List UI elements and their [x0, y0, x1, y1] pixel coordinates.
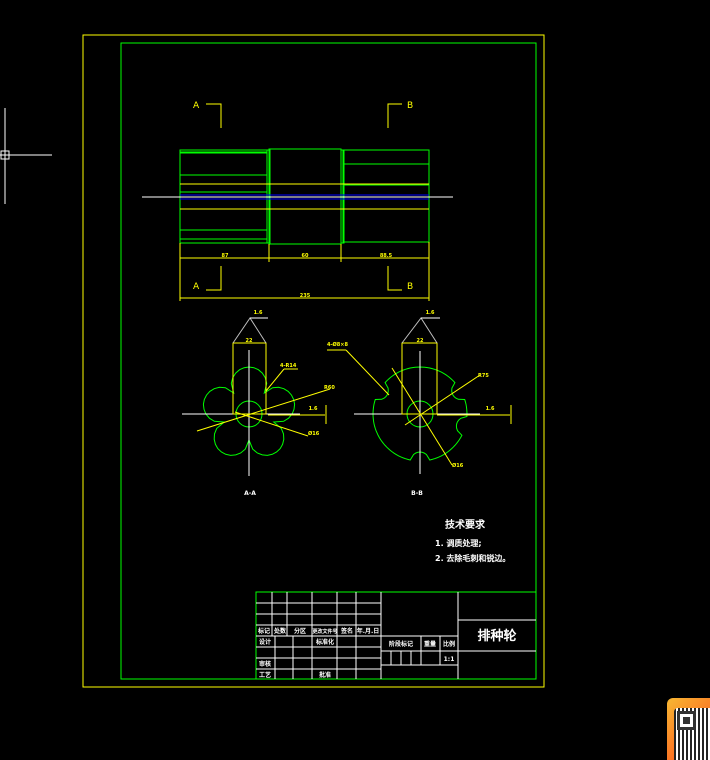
leader-bb-1: 4-Ø8×8	[327, 341, 348, 348]
section-mark-b-top: B	[407, 101, 413, 111]
cad-canvas[interactable]: 87 60 88.5 235 A B A B 1.6 22 4-R14 R60 …	[0, 0, 710, 760]
roughness-bb-2: 1.6	[486, 406, 495, 412]
leader-bb-2: R75	[478, 373, 489, 379]
section-label-aa: A-A	[244, 490, 256, 497]
width-dim-bb: 22	[417, 338, 424, 344]
section-label-bb: B-B	[411, 490, 423, 497]
tb-stage-mark: 阶段标记	[389, 640, 413, 648]
tb-scale: 1:1	[444, 656, 455, 663]
tb-approve: 批准	[319, 671, 331, 679]
dim-left-length: 87	[222, 253, 229, 259]
crosshair-cursor-icon	[0, 108, 52, 204]
dim-middle-length: 60	[302, 253, 309, 259]
dim-right-length: 88.5	[380, 253, 393, 259]
tb-count: 处数	[273, 627, 287, 635]
dim-total-length: 235	[300, 293, 311, 299]
title-block: 标记 处数 分区 更改文件号 签名 年.月.日 设计 标准化 审核 工艺 批准 …	[255, 591, 537, 680]
section-mark-a-top: A	[193, 101, 200, 111]
tb-change-doc: 更改文件号	[312, 628, 337, 635]
tb-design: 设计	[259, 638, 271, 646]
width-dim-aa: 22	[246, 338, 253, 344]
leader-aa-3: Ø16	[308, 430, 320, 437]
roughness-aa-2: 1.6	[309, 406, 318, 412]
section-mark-a-bottom: A	[193, 282, 200, 292]
tb-part-name: 排种轮	[477, 628, 516, 644]
technical-requirements: 技术要求 1. 调质处理; 2. 去除毛刺和锐边。	[435, 518, 510, 563]
tb-signature: 签名	[340, 627, 353, 635]
roughness-bb: 1.6	[426, 310, 435, 316]
main-view: 87 60 88.5 235 A B A B	[142, 101, 453, 301]
tb-zone: 分区	[294, 627, 306, 635]
drawing-outer-frame	[82, 34, 545, 688]
section-mark-b-bottom: B	[407, 282, 413, 292]
tech-req-item: 2. 去除毛刺和锐边。	[435, 553, 510, 563]
section-view-aa: 1.6 22 4-R14 R60 Ø16 1.6 A-A	[182, 310, 335, 497]
tech-req-title: 技术要求	[445, 518, 486, 531]
tb-date: 年.月.日	[357, 627, 380, 635]
qr-code-icon[interactable]	[667, 698, 710, 760]
tech-req-item: 1. 调质处理;	[435, 538, 482, 548]
leader-bb-3: Ø16	[452, 462, 464, 469]
leader-aa-2: R60	[324, 385, 335, 391]
roughness-aa: 1.6	[254, 310, 263, 316]
tb-process: 工艺	[259, 671, 271, 679]
tb-mark: 标记	[257, 627, 270, 635]
tb-scale-label: 比例	[443, 640, 455, 648]
tb-standardization: 标准化	[315, 638, 334, 646]
tb-review: 审核	[259, 660, 271, 668]
drawing-border	[120, 42, 537, 680]
section-view-bb: 1.6 22 4-Ø8×8 R75 Ø16 1.6 B-B	[327, 310, 512, 497]
leader-aa-1: 4-R14	[280, 363, 297, 369]
tb-weight: 重量	[424, 640, 436, 648]
